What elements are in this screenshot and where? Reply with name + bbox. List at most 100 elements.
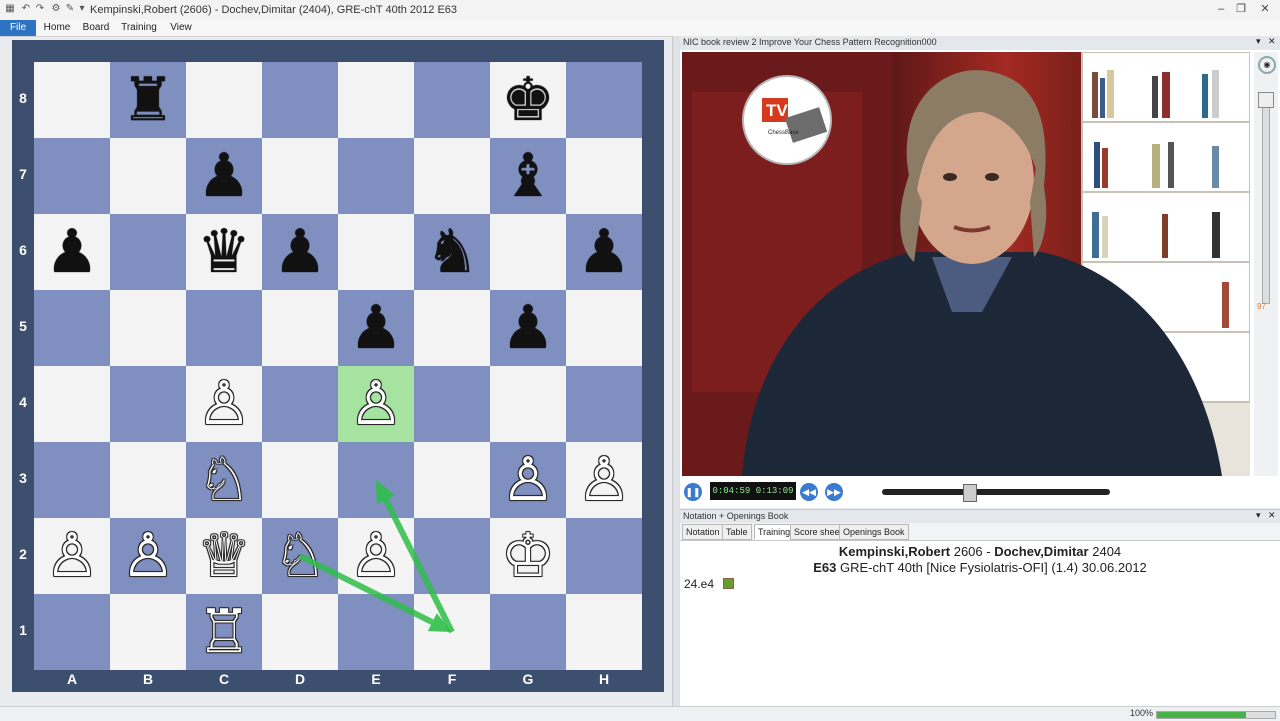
square-f2[interactable] (414, 518, 490, 594)
piece-e4[interactable]: ♙ (338, 366, 414, 442)
square-b3[interactable] (110, 442, 186, 518)
black-player: Dochev,Dimitar (994, 544, 1089, 559)
piece-d2[interactable]: ♘ (262, 518, 338, 594)
minimize-icon[interactable]: – (1212, 2, 1230, 16)
square-d4[interactable] (262, 366, 338, 442)
square-d5[interactable] (262, 290, 338, 366)
piece-c4[interactable]: ♙ (186, 366, 262, 442)
volume-slider[interactable] (1262, 92, 1270, 304)
tab-training[interactable]: Training (118, 20, 160, 36)
zoom-slider[interactable] (1156, 711, 1276, 719)
square-h1[interactable] (566, 594, 642, 670)
rewind-button[interactable]: ◀◀ (800, 483, 818, 501)
piece-c1[interactable]: ♖ (186, 594, 262, 670)
piece-g2[interactable]: ♔ (490, 518, 566, 594)
piece-d6[interactable]: ♟ (262, 214, 338, 290)
square-e3[interactable] (338, 442, 414, 518)
piece-g5[interactable]: ♟ (490, 290, 566, 366)
tab-home[interactable]: Home (40, 20, 74, 36)
piece-c7[interactable]: ♟ (186, 138, 262, 214)
square-g4[interactable] (490, 366, 566, 442)
square-d3[interactable] (262, 442, 338, 518)
square-d1[interactable] (262, 594, 338, 670)
tab-table[interactable]: Table (722, 524, 752, 540)
redo-icon[interactable]: ↷ (34, 3, 46, 15)
dropdown-icon[interactable]: ▾ (76, 3, 88, 15)
square-f1[interactable] (414, 594, 490, 670)
square-e6[interactable] (338, 214, 414, 290)
piece-g8[interactable]: ♚ (490, 62, 566, 138)
tab-board[interactable]: Board (78, 20, 114, 36)
panel-close-icon[interactable]: ✕ (1268, 36, 1276, 47)
seek-thumb[interactable] (962, 484, 977, 502)
square-f5[interactable] (414, 290, 490, 366)
close-icon[interactable]: ✕ (1256, 2, 1274, 16)
square-b1[interactable] (110, 594, 186, 670)
piece-g7[interactable]: ♝ (490, 138, 566, 214)
tab-view[interactable]: View (164, 20, 198, 36)
tab-notation[interactable]: Notation (682, 524, 724, 540)
piece-e5[interactable]: ♟ (338, 290, 414, 366)
piece-b2[interactable]: ♙ (110, 518, 186, 594)
piece-c2[interactable]: ♕ (186, 518, 262, 594)
move-entry[interactable]: 24.e4 (684, 577, 714, 591)
square-c8[interactable] (186, 62, 262, 138)
notation-close-icon[interactable]: ✕ (1268, 510, 1276, 521)
square-b4[interactable] (110, 366, 186, 442)
seek-bar[interactable] (882, 484, 1110, 502)
pin-icon[interactable]: ✎ (64, 3, 76, 15)
piece-a6[interactable]: ♟ (34, 214, 110, 290)
square-h8[interactable] (566, 62, 642, 138)
square-h5[interactable] (566, 290, 642, 366)
undo-icon[interactable]: ↶ (20, 3, 32, 15)
forward-button[interactable]: ▶▶ (825, 483, 843, 501)
media-marker-icon[interactable] (723, 578, 734, 589)
video-frame[interactable]: TV ChessBase (682, 52, 1250, 476)
tab-openings-book[interactable]: Openings Book (839, 524, 909, 540)
square-f7[interactable] (414, 138, 490, 214)
square-h4[interactable] (566, 366, 642, 442)
piece-h6[interactable]: ♟ (566, 214, 642, 290)
square-e7[interactable] (338, 138, 414, 214)
square-f3[interactable] (414, 442, 490, 518)
piece-c6[interactable]: ♛ (186, 214, 262, 290)
square-g1[interactable] (490, 594, 566, 670)
piece-h3[interactable]: ♙ (566, 442, 642, 518)
notation-menu-icon[interactable]: ▾ (1256, 510, 1261, 521)
square-h2[interactable] (566, 518, 642, 594)
square-e1[interactable] (338, 594, 414, 670)
square-b7[interactable] (110, 138, 186, 214)
square-a4[interactable] (34, 366, 110, 442)
engine-icon[interactable]: ⚙ (50, 3, 62, 15)
square-a7[interactable] (34, 138, 110, 214)
piece-f6[interactable]: ♞ (414, 214, 490, 290)
square-d7[interactable] (262, 138, 338, 214)
piece-e2[interactable]: ♙ (338, 518, 414, 594)
volume-thumb[interactable] (1258, 92, 1274, 108)
square-a5[interactable] (34, 290, 110, 366)
panel-menu-icon[interactable]: ▾ (1256, 36, 1261, 47)
volume-icon[interactable]: ◉ (1258, 56, 1276, 74)
tab-training-active[interactable]: Training (754, 524, 795, 540)
square-a1[interactable] (34, 594, 110, 670)
square-h7[interactable] (566, 138, 642, 214)
square-d8[interactable] (262, 62, 338, 138)
square-g6[interactable] (490, 214, 566, 290)
piece-a2[interactable]: ♙ (34, 518, 110, 594)
pause-button[interactable]: ❚❚ (684, 483, 702, 501)
tab-file[interactable]: File (0, 20, 36, 36)
square-c5[interactable] (186, 290, 262, 366)
restore-icon[interactable]: ❐ (1232, 2, 1250, 16)
square-f8[interactable] (414, 62, 490, 138)
tab-score-sheet[interactable]: Score sheet (790, 524, 847, 540)
square-a3[interactable] (34, 442, 110, 518)
piece-c3[interactable]: ♘ (186, 442, 262, 518)
square-e8[interactable] (338, 62, 414, 138)
square-f4[interactable] (414, 366, 490, 442)
square-b5[interactable] (110, 290, 186, 366)
chess-board[interactable]: ♜ ♚ ♟ ♝ ♟ ♛ ♟ ♞ ♟ ♟ ♟ ♙ ♙ ♘ ♙ ♙ ♙ ♙ ♕ ♘ ♙ ♔ ♖ (34, 62, 642, 670)
square-a8[interactable] (34, 62, 110, 138)
piece-g3[interactable]: ♙ (490, 442, 566, 518)
square-b6[interactable] (110, 214, 186, 290)
piece-b8[interactable]: ♜ (110, 62, 186, 138)
